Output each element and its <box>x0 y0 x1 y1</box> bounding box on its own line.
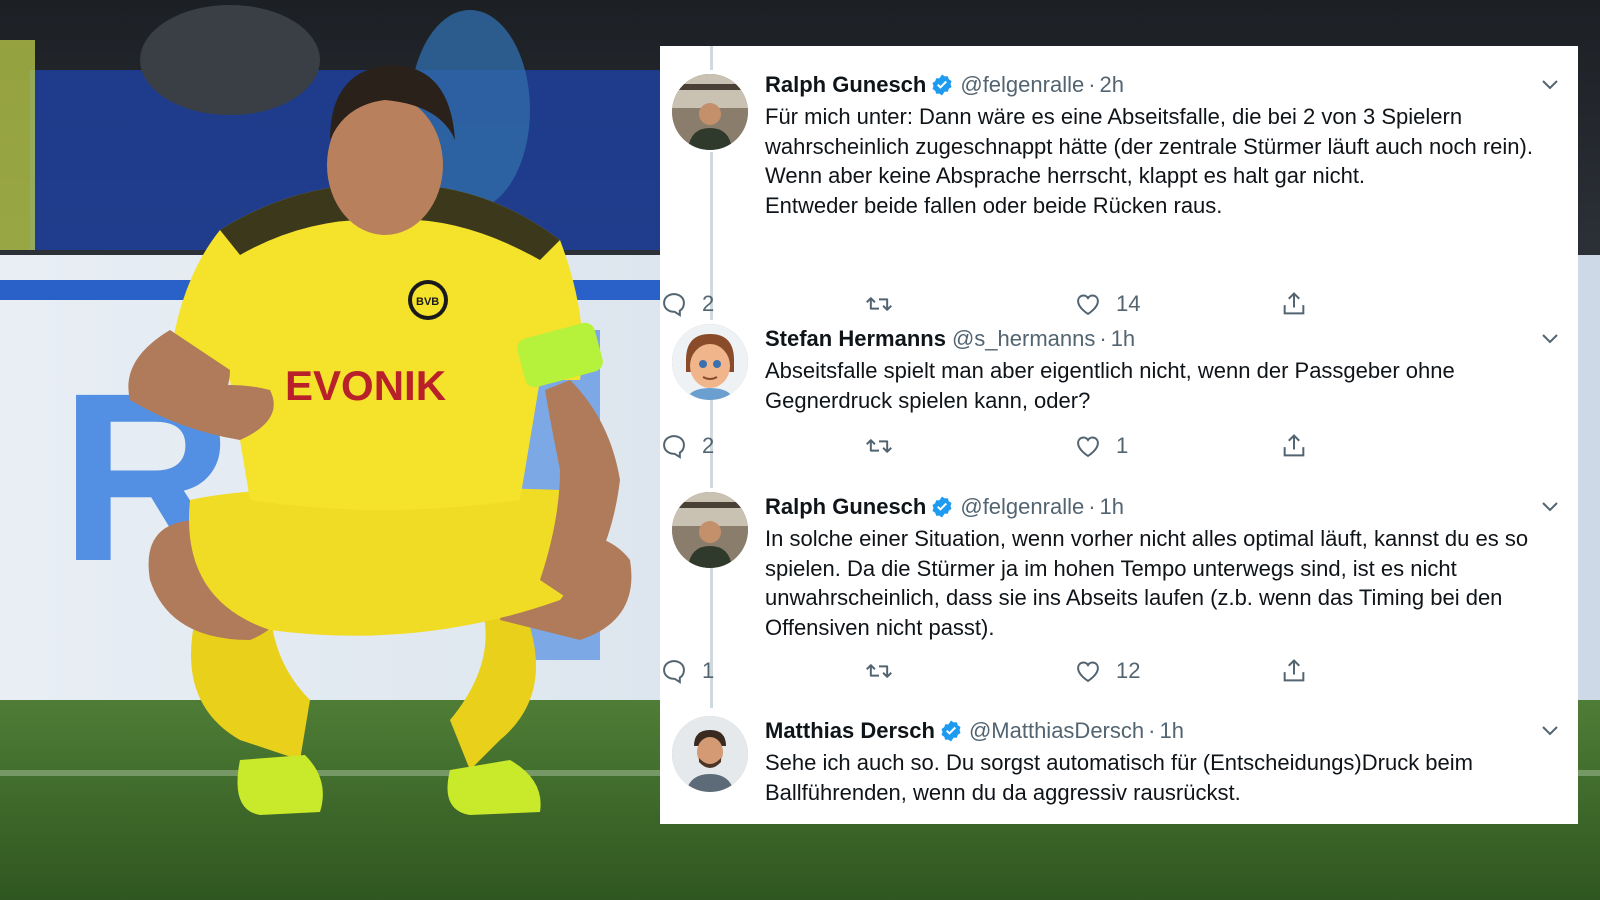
tweet-text: Abseitsfalle spielt man aber eigentlich … <box>765 356 1560 415</box>
retweet-button[interactable] <box>865 287 907 321</box>
author-handle[interactable]: @MatthiasDersch <box>969 718 1144 743</box>
like-button[interactable]: 1 <box>1074 429 1128 463</box>
author-handle[interactable]: @felgenralle <box>960 72 1084 97</box>
retweet-icon <box>865 432 893 460</box>
chevron-down-icon[interactable] <box>1540 74 1560 94</box>
tweet-actions: 1 12 <box>660 654 1320 688</box>
author-name[interactable]: Ralph Gunesch <box>765 72 926 97</box>
author-name[interactable]: Matthias Dersch <box>765 718 935 743</box>
tweet-header: Matthias Dersch @MatthiasDersch · 1h <box>765 716 1560 746</box>
separator-dot: · <box>1088 494 1096 519</box>
thread-line <box>710 46 713 70</box>
tweet-actions: 2 1 <box>660 429 1320 463</box>
retweet-icon <box>865 657 893 685</box>
heart-icon <box>1074 290 1102 318</box>
like-button[interactable]: 14 <box>1074 287 1140 321</box>
like-count: 12 <box>1116 658 1141 683</box>
svg-text:EVONIK: EVONIK <box>285 362 446 409</box>
tweet-time[interactable]: 1h <box>1111 326 1135 351</box>
verified-badge-icon <box>930 73 954 97</box>
tweet-time[interactable]: 1h <box>1159 718 1183 743</box>
share-button[interactable] <box>1280 654 1308 688</box>
tweet-text-line: In solche einer Situation, wenn vorher n… <box>765 526 1529 640</box>
tweet-header: Stefan Hermanns @s_hermanns · 1h <box>765 324 1560 354</box>
tweet-time[interactable]: 1h <box>1100 494 1124 519</box>
share-button[interactable] <box>1280 287 1308 321</box>
reply-button[interactable]: 2 <box>660 429 714 463</box>
tweet-text: Für mich unter: Dann wäre es eine Abseit… <box>765 102 1560 220</box>
author-name[interactable]: Ralph Gunesch <box>765 494 926 519</box>
like-count: 1 <box>1116 433 1129 458</box>
share-icon <box>1280 290 1308 318</box>
like-button[interactable]: 12 <box>1074 654 1140 688</box>
verified-badge-icon <box>930 495 954 519</box>
person-avatar-icon <box>672 716 748 792</box>
reply-count: 2 <box>702 433 715 458</box>
separator-dot: · <box>1088 72 1096 97</box>
separator-dot: · <box>1099 326 1107 351</box>
reply-count: 1 <box>702 658 715 683</box>
share-button[interactable] <box>1280 429 1308 463</box>
retweet-button[interactable] <box>865 654 907 688</box>
reply-icon <box>660 657 688 685</box>
avatar[interactable] <box>672 716 748 792</box>
retweet-button[interactable] <box>865 429 907 463</box>
tweet-text-line: Entweder beide fallen oder beide Rücken … <box>765 192 1223 218</box>
chevron-down-icon[interactable] <box>1540 720 1560 740</box>
tweet-header: Ralph Gunesch @felgenralle · 2h <box>765 70 1560 100</box>
heart-icon <box>1074 432 1102 460</box>
reply-icon <box>660 290 688 318</box>
tweet-text-line: Sehe ich auch so. Du sorgst automatisch … <box>765 750 1473 805</box>
avatar[interactable] <box>672 492 748 568</box>
chevron-down-icon[interactable] <box>1540 328 1560 348</box>
like-count: 14 <box>1116 291 1141 316</box>
reply-button[interactable]: 1 <box>660 654 714 688</box>
tweet-text-line: Abseitsfalle spielt man aber eigentlich … <box>765 358 1455 413</box>
heart-icon <box>1074 657 1102 685</box>
reply-button[interactable]: 2 <box>660 287 714 321</box>
person-avatar-icon <box>672 74 748 150</box>
person-avatar-icon <box>672 492 748 568</box>
tweet-actions: 2 14 <box>660 287 1320 321</box>
author-handle[interactable]: @s_hermanns <box>952 326 1095 351</box>
author-name[interactable]: Stefan Hermanns <box>765 326 946 351</box>
retweet-icon <box>865 290 893 318</box>
tweet-text: Sehe ich auch so. Du sorgst automatisch … <box>765 748 1560 807</box>
tweet-header: Ralph Gunesch @felgenralle · 1h <box>765 492 1560 522</box>
avatar[interactable] <box>672 74 748 150</box>
tweet-time[interactable]: 2h <box>1100 72 1124 97</box>
verified-badge-icon <box>939 719 963 743</box>
separator-dot: · <box>1148 718 1156 743</box>
avatar[interactable] <box>672 324 748 400</box>
tweet-text: In solche einer Situation, wenn vorher n… <box>765 524 1560 642</box>
share-icon <box>1280 432 1308 460</box>
tweet-text-line: Für mich unter: Dann wäre es eine Abseit… <box>765 104 1533 159</box>
cartoon-avatar-icon <box>672 324 748 400</box>
reply-icon <box>660 432 688 460</box>
author-handle[interactable]: @felgenralle <box>960 494 1084 519</box>
tweet-thread-panel: Ralph Gunesch @felgenralle · 2h Für mich un… <box>660 46 1578 824</box>
chevron-down-icon[interactable] <box>1540 496 1560 516</box>
share-icon <box>1280 657 1308 685</box>
reply-count: 2 <box>702 291 715 316</box>
svg-text:BVB: BVB <box>416 296 439 308</box>
tweet-text-line: Wenn aber keine Absprache herrscht, klap… <box>765 163 1366 188</box>
